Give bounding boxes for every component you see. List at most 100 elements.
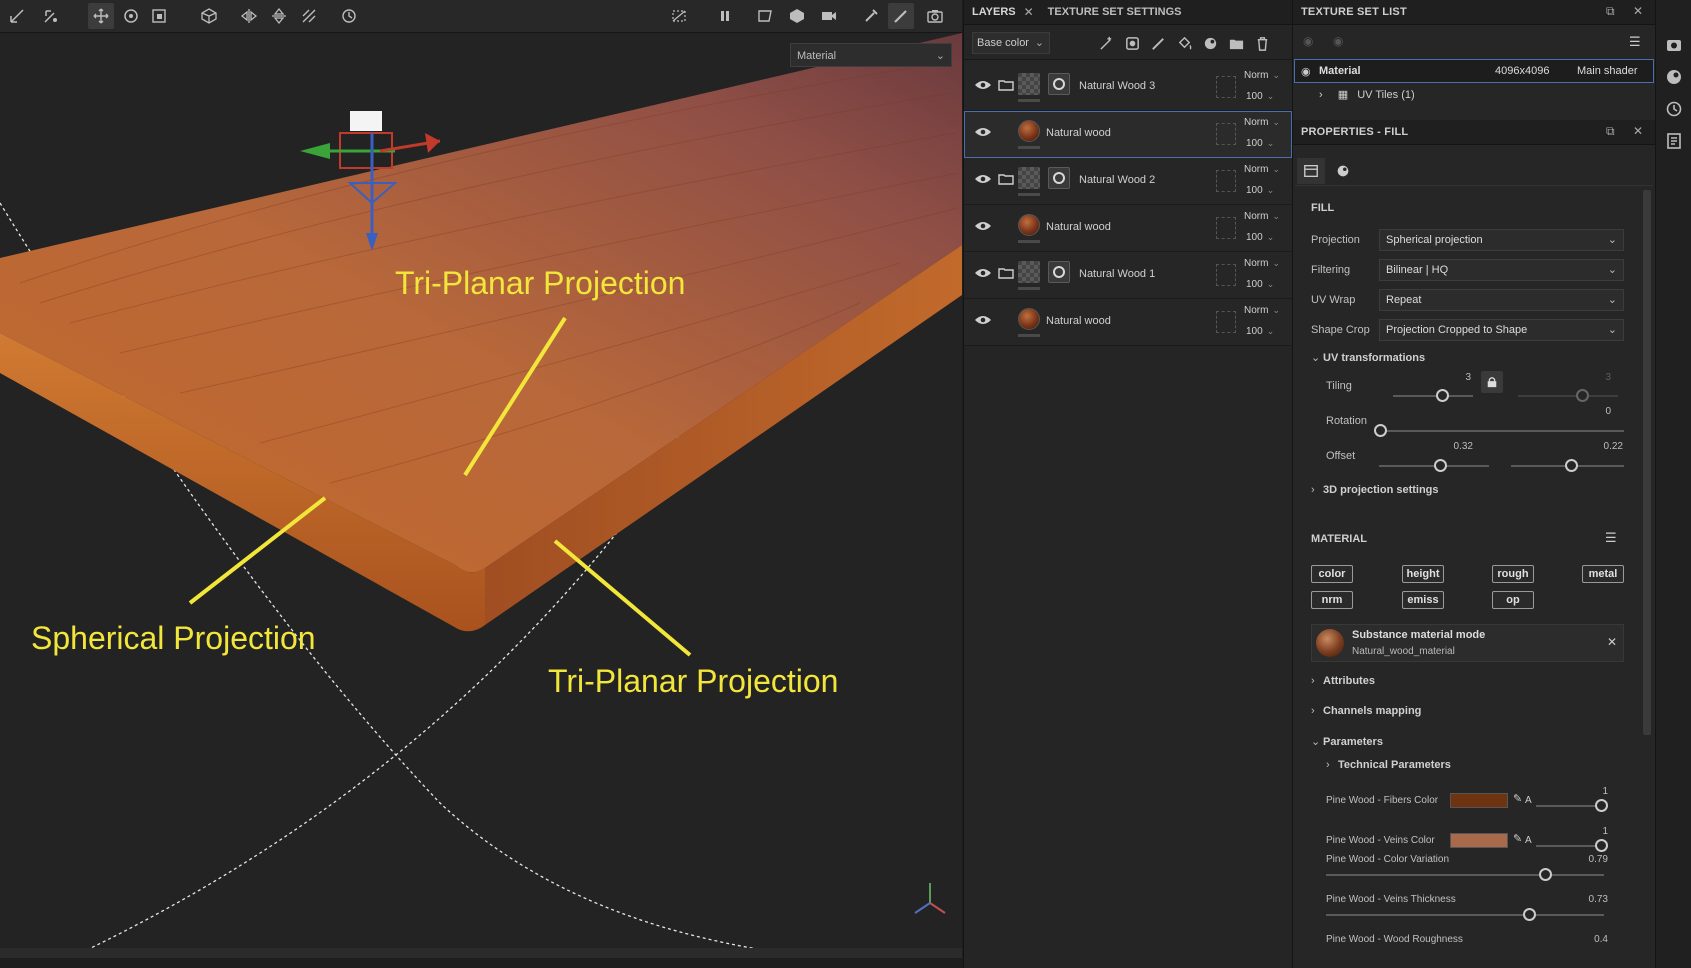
uv-tiles-row[interactable]: › ▦ UV Tiles (1) (1319, 88, 1415, 101)
screenshot-camera-icon[interactable] (922, 3, 948, 29)
offset-u-knob[interactable] (1434, 459, 1447, 472)
scale-tool-icon[interactable] (146, 3, 172, 29)
tiling-v-knob[interactable] (1576, 389, 1589, 402)
history-icon[interactable] (336, 3, 362, 29)
add-fill-layer-icon[interactable] (1174, 33, 1194, 53)
param-knob[interactable] (1523, 908, 1536, 921)
param-knob[interactable] (1539, 868, 1552, 881)
channel-chip-nrm[interactable]: nrm (1311, 591, 1353, 609)
tiling-v-slider[interactable] (1518, 395, 1618, 397)
filtering-dropdown[interactable]: Bilinear | HQ ⌄ (1379, 259, 1624, 281)
paint-tool-icon[interactable] (858, 3, 884, 29)
3d-projection-settings-toggle[interactable]: › 3D projection settings (1311, 484, 1439, 496)
object-mode-icon[interactable] (196, 3, 222, 29)
channel-chip-metal[interactable]: metal (1582, 565, 1624, 583)
channel-chip-op[interactable]: op (1492, 591, 1534, 609)
log-icon[interactable] (1665, 132, 1683, 150)
fibers-color-swatch[interactable] (1450, 793, 1508, 808)
blend-mode-select[interactable]: Norm ⌄ (1244, 305, 1280, 316)
eye-icon[interactable] (974, 78, 992, 92)
snap-tool-icon[interactable] (38, 3, 64, 29)
rotate-tool-icon[interactable] (118, 3, 144, 29)
tab-texture-set-settings[interactable]: TEXTURE SET SETTINGS (1040, 6, 1190, 18)
uv-transformations-toggle[interactable]: ⌄ UV transformations (1311, 351, 1425, 364)
eye-icon[interactable] (974, 219, 992, 233)
blend-mode-select[interactable]: Norm ⌄ (1244, 117, 1280, 128)
blend-mode-select[interactable]: Norm ⌄ (1244, 258, 1280, 269)
layer-row[interactable]: Natural Wood 2 Norm ⌄ 100 ⌄ (964, 158, 1292, 205)
param-slider[interactable] (1326, 914, 1604, 916)
layer-row[interactable]: Natural wood Norm ⌄ 100 ⌄ (964, 205, 1292, 252)
tab-layers[interactable]: LAYERS (964, 6, 1024, 18)
param-knob[interactable] (1595, 839, 1608, 852)
eye-icon[interactable] (974, 313, 992, 327)
channel-chip-emiss[interactable]: emiss (1402, 591, 1444, 609)
projection-dropdown[interactable]: Spherical projection ⌄ (1379, 229, 1624, 251)
blend-mode-select[interactable]: Norm ⌄ (1244, 164, 1280, 175)
eyedropper-icon[interactable]: ✎ (1513, 832, 1522, 845)
rotation-slider[interactable] (1379, 430, 1624, 432)
lazy-mouse-icon[interactable] (296, 3, 322, 29)
mask-thumbnail[interactable] (1048, 261, 1070, 283)
param-knob[interactable] (1595, 799, 1608, 812)
mask-thumbnail[interactable] (1048, 73, 1070, 95)
close-icon[interactable]: ✕ (1607, 635, 1617, 649)
opacity-field[interactable]: 100 ⌄ (1246, 138, 1274, 149)
parameters-toggle[interactable]: ⌄ Parameters (1311, 735, 1383, 748)
channel-select[interactable]: Base color ⌄ (972, 32, 1050, 54)
close-icon[interactable]: ✕ (1024, 5, 1034, 19)
material-menu-icon[interactable]: ☰ (1605, 530, 1617, 546)
camera-video-icon[interactable] (816, 3, 842, 29)
brush-icon[interactable] (888, 3, 914, 29)
uv-wrap-dropdown[interactable]: Repeat ⌄ (1379, 289, 1624, 311)
channel-chip-color[interactable]: color (1311, 565, 1353, 583)
texture-set-row[interactable]: ◉ Material 4096x4096 Main shader (1294, 59, 1654, 83)
eye-off-icon[interactable]: ◉ (1333, 34, 1343, 48)
pause-icon[interactable] (712, 3, 738, 29)
viewport-channel-select[interactable]: Material ⌄ (790, 43, 952, 67)
layer-row[interactable]: Natural wood Norm ⌄ 100 ⌄ (964, 299, 1292, 346)
tiling-u-knob[interactable] (1436, 389, 1449, 402)
cube-icon[interactable] (784, 3, 810, 29)
close-icon[interactable]: ✕ (1633, 124, 1643, 138)
eye-icon[interactable] (974, 125, 992, 139)
attributes-toggle[interactable]: › Attributes (1311, 675, 1375, 687)
material-tab-icon[interactable] (1329, 158, 1357, 184)
fill-settings-tab-icon[interactable] (1297, 158, 1325, 184)
channel-chip-rough[interactable]: rough (1492, 565, 1534, 583)
channels-mapping-toggle[interactable]: › Channels mapping (1311, 705, 1421, 717)
mask-thumbnail[interactable] (1048, 167, 1070, 189)
rotation-knob[interactable] (1374, 424, 1387, 437)
hide-icon[interactable] (666, 3, 692, 29)
eye-icon[interactable] (974, 172, 992, 186)
transform-tool-icon[interactable] (4, 3, 30, 29)
veins-color-swatch[interactable] (1450, 833, 1508, 848)
param-slider[interactable] (1536, 845, 1604, 847)
add-effect-icon[interactable] (1096, 33, 1116, 53)
undock-icon[interactable]: ⧉ (1606, 124, 1615, 139)
add-paint-layer-icon[interactable] (1148, 33, 1168, 53)
layer-row-selected[interactable]: Natural wood Norm ⌄ 100 ⌄ (964, 111, 1292, 158)
delete-layer-icon[interactable] (1252, 33, 1272, 53)
symmetry-icon[interactable] (236, 3, 262, 29)
visibility-toggle-icon[interactable]: ◉ (1303, 34, 1313, 48)
lock-icon[interactable] (1481, 371, 1503, 393)
display-settings-icon[interactable] (1665, 68, 1683, 86)
camera-settings-icon[interactable] (1665, 36, 1683, 54)
opacity-field[interactable]: 100 ⌄ (1246, 326, 1274, 337)
close-icon[interactable]: ✕ (1633, 4, 1643, 18)
frame-icon[interactable] (752, 3, 778, 29)
param-slider[interactable] (1536, 805, 1604, 807)
layer-row[interactable]: Natural Wood 1 Norm ⌄ 100 ⌄ (964, 252, 1292, 299)
add-mask-icon[interactable] (1122, 33, 1142, 53)
add-folder-icon[interactable] (1226, 33, 1246, 53)
tiling-u-slider[interactable] (1393, 395, 1473, 397)
undock-icon[interactable]: ⧉ (1606, 4, 1615, 19)
eye-icon[interactable] (974, 266, 992, 280)
eye-icon[interactable]: ◉ (1301, 65, 1311, 78)
shape-crop-dropdown[interactable]: Projection Cropped to Shape ⌄ (1379, 319, 1624, 341)
opacity-field[interactable]: 100 ⌄ (1246, 232, 1274, 243)
param-slider[interactable] (1326, 874, 1604, 876)
opacity-field[interactable]: 100 ⌄ (1246, 185, 1274, 196)
blend-mode-select[interactable]: Norm ⌄ (1244, 211, 1280, 222)
